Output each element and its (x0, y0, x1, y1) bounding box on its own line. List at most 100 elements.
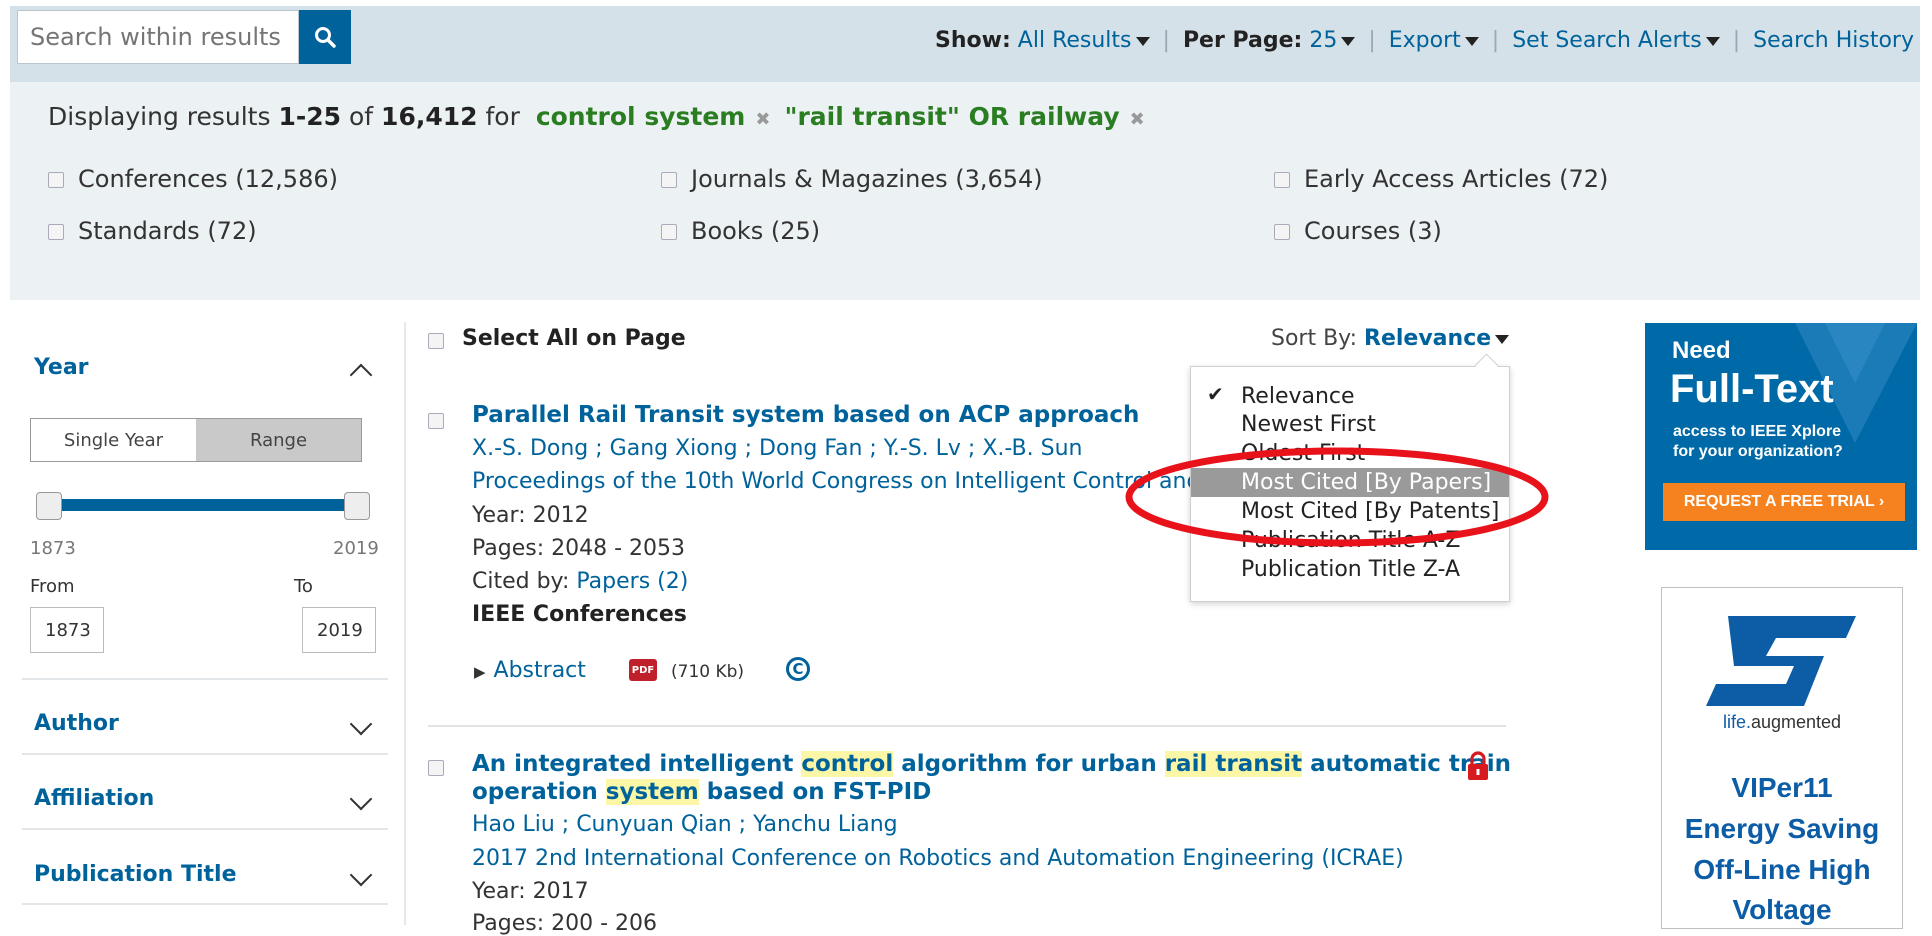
abstract-toggle[interactable]: ▶ Abstract (474, 658, 586, 683)
checkbox[interactable] (661, 224, 677, 240)
chevron-down-icon[interactable] (349, 712, 373, 736)
st-logo-icon (1706, 616, 1856, 706)
search-icon (315, 27, 336, 48)
checkbox[interactable] (428, 412, 444, 429)
search-term-chip: "rail transit" OR railway (784, 102, 1120, 131)
checkbox[interactable] (48, 224, 64, 240)
caret-down-icon (1495, 334, 1510, 344)
copyright-icon[interactable]: C (786, 657, 810, 681)
column-divider (404, 322, 406, 925)
divider (22, 678, 388, 680)
ad-text: Voltage (1732, 894, 1832, 925)
search-history-link[interactable]: Search History (1753, 28, 1914, 53)
search-button[interactable] (299, 10, 351, 64)
content-type-checkbox[interactable]: Books (25) (661, 217, 820, 245)
checkbox[interactable] (428, 759, 444, 776)
content-type-checkbox[interactable]: Conferences (12,586) (48, 165, 338, 193)
checkbox[interactable] (428, 332, 444, 349)
caret-down-icon (1464, 36, 1479, 46)
sort-by-control[interactable]: Sort By: Relevance (1271, 326, 1510, 351)
export-menu[interactable]: Export (1389, 28, 1479, 53)
select-all-label: Select All on Page (462, 326, 686, 351)
cited-papers-link[interactable]: Papers (2) (576, 569, 688, 594)
sort-option-relevance[interactable]: Relevance (1191, 382, 1509, 411)
content-type-checkbox[interactable]: Courses (3) (1274, 217, 1442, 245)
checkbox[interactable] (1274, 172, 1290, 188)
divider (22, 903, 388, 905)
result-year: Year: 2012 (472, 503, 589, 528)
year-min-label: 1873 (30, 538, 76, 559)
year-max-label: 2019 (333, 538, 379, 559)
result-title-link-line2[interactable]: operation system based on FST-PID (472, 779, 931, 805)
remove-term-icon[interactable]: ✖ (755, 109, 770, 130)
triangle-right-icon: ▶ (474, 663, 486, 681)
to-label: To (294, 576, 313, 597)
affiliation-filter-title[interactable]: Affiliation (34, 786, 154, 811)
result-venue-link[interactable]: 2017 2nd International Conference on Rob… (472, 846, 1404, 871)
result-divider (428, 725, 1506, 727)
sort-option-newest[interactable]: Newest First (1191, 410, 1509, 439)
chevron-down-icon[interactable] (349, 787, 373, 811)
pdf-size: (710 Kb) (671, 662, 745, 682)
year-filter-title: Year (34, 355, 89, 380)
to-year-input[interactable]: 2019 (302, 607, 376, 653)
annotation-ellipse (1125, 447, 1549, 547)
divider (22, 828, 388, 830)
ad-text: access to IEEE Xplore (1673, 423, 1842, 440)
result-title-link[interactable]: An integrated intelligent control algori… (472, 751, 1511, 777)
caret-down-icon (1705, 36, 1720, 46)
search-term-chip: control system (535, 102, 746, 131)
slider-min-handle[interactable] (36, 492, 62, 520)
result-venue-link[interactable]: Proceedings of the 10th World Congress o… (472, 469, 1192, 494)
content-type-checkbox[interactable]: Journals & Magazines (3,654) (661, 165, 1043, 193)
divider (22, 753, 388, 755)
search-alerts-menu[interactable]: Set Search Alerts (1512, 28, 1720, 53)
result-title-link[interactable]: Parallel Rail Transit system based on AC… (472, 402, 1139, 428)
caret-down-icon (1341, 36, 1356, 46)
result-cited-by: Cited by: Papers (2) (472, 569, 689, 594)
search-within-input[interactable] (17, 10, 299, 64)
ad-text: Energy Saving (1684, 813, 1880, 844)
select-all-checkbox[interactable] (428, 330, 444, 349)
lock-icon (1468, 751, 1488, 780)
per-page-control[interactable]: Per Page: 25 (1183, 28, 1356, 53)
publication-title-filter-title[interactable]: Publication Title (34, 862, 237, 887)
ad-headline: Full-Text (1670, 367, 1834, 411)
checkbox[interactable] (1274, 224, 1290, 240)
result-authors[interactable]: X.-S. Dong ; Gang Xiong ; Dong Fan ; Y.-… (472, 436, 1083, 461)
ad-text: for your organization? (1673, 443, 1843, 460)
result-checkbox[interactable] (428, 410, 444, 429)
result-authors[interactable]: Hao Liu ; Cunyuan Qian ; Yanchu Liang (472, 812, 898, 837)
result-year: Year: 2017 (472, 879, 589, 904)
result-checkbox[interactable] (428, 757, 444, 776)
from-label: From (30, 576, 75, 597)
result-toolbar: Show: All Results | Per Page: 25 | Expor… (935, 28, 1914, 53)
result-pages: Pages: 200 - 206 (472, 911, 658, 936)
checkbox[interactable] (661, 172, 677, 188)
year-range-slider[interactable] (48, 499, 356, 511)
range-option[interactable]: Range (196, 419, 361, 461)
content-type-checkbox[interactable]: Early Access Articles (72) (1274, 165, 1608, 193)
st-tagline: life.augmented (1722, 712, 1842, 732)
pdf-icon[interactable]: PDF (629, 659, 657, 681)
ieee-trial-ad[interactable]: Need Full-Text access to IEEE Xplore for… (1645, 323, 1917, 550)
year-mode-toggle[interactable]: Single Year Range (30, 418, 362, 462)
content-type-checkbox[interactable]: Standards (72) (48, 217, 257, 245)
caret-down-icon (1135, 36, 1150, 46)
chevron-down-icon[interactable] (349, 863, 373, 887)
ad-text: Off-Line High (1693, 854, 1871, 885)
single-year-option[interactable]: Single Year (31, 419, 196, 461)
ad-text: Need (1672, 337, 1731, 364)
author-filter-title[interactable]: Author (34, 711, 119, 736)
slider-max-handle[interactable] (344, 492, 370, 520)
from-year-input[interactable]: 1873 (30, 607, 104, 653)
sort-option-title-za[interactable]: Publication Title Z-A (1191, 555, 1509, 584)
checkbox[interactable] (48, 172, 64, 188)
request-trial-button[interactable]: REQUEST A FREE TRIAL › (1663, 483, 1905, 521)
remove-term-icon[interactable]: ✖ (1130, 109, 1145, 130)
show-control[interactable]: Show: All Results (935, 28, 1150, 53)
ad-headline: VIPer11 (1731, 772, 1833, 803)
st-viper11-ad[interactable]: life.augmented VIPer11 Energy Saving Off… (1661, 587, 1903, 929)
chevron-up-icon[interactable] (349, 363, 373, 387)
result-publication-type: IEEE Conferences (472, 602, 687, 627)
